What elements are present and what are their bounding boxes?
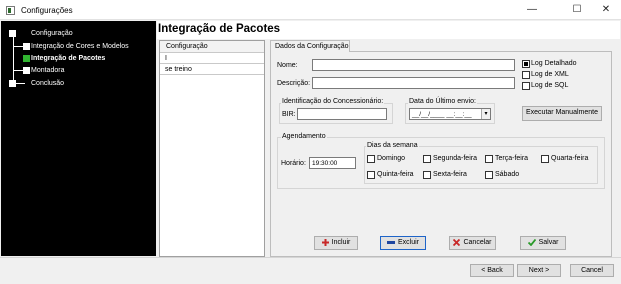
log-xml-label: Log de XML xyxy=(531,71,569,78)
bir-input[interactable] xyxy=(297,108,387,120)
horario-label: Horário: xyxy=(281,160,306,167)
salvar-label: Salvar xyxy=(538,239,559,246)
step-montadora[interactable]: Montadora xyxy=(31,67,64,74)
domingo-checkbox[interactable] xyxy=(367,155,375,163)
check-icon xyxy=(527,238,536,246)
list-row[interactable]: se treino xyxy=(160,64,264,75)
step-conclusao[interactable]: Conclusão xyxy=(31,80,64,87)
log-xml-checkbox[interactable] xyxy=(522,71,530,79)
segunda-label: Segunda-feira xyxy=(433,155,477,162)
x-icon xyxy=(453,238,461,246)
list-row-label: se treino xyxy=(165,65,192,73)
excluir-button[interactable]: Excluir xyxy=(380,236,426,250)
minimize-button[interactable]: — xyxy=(521,2,543,18)
quinta-label: Quinta-feira xyxy=(377,171,414,178)
salvar-button[interactable]: Salvar xyxy=(520,236,566,250)
domingo-label: Domingo xyxy=(377,155,406,162)
step-node xyxy=(9,80,16,87)
horario-input[interactable] xyxy=(309,157,356,169)
quarta-checkbox[interactable] xyxy=(541,155,549,163)
descricao-input[interactable] xyxy=(312,77,515,89)
list-column-header[interactable]: Configuração xyxy=(160,41,264,53)
cancelar-button[interactable]: Cancelar xyxy=(449,236,496,250)
sexta-checkbox[interactable] xyxy=(423,171,431,179)
sabado-checkbox[interactable] xyxy=(485,171,493,179)
plus-icon xyxy=(321,238,329,246)
nome-label: Nome: xyxy=(277,62,298,69)
ultimo-envio-legend: Data do Último envio: xyxy=(408,98,477,105)
list-row[interactable]: I xyxy=(160,53,264,64)
segunda-checkbox[interactable] xyxy=(423,155,431,163)
excluir-label: Excluir xyxy=(397,239,419,246)
list-row-label: I xyxy=(165,54,167,62)
list-column-label: Configuração xyxy=(166,43,208,50)
incluir-label: Incluir xyxy=(331,239,351,246)
configurations-list[interactable]: Configuração I se treino xyxy=(159,40,265,257)
cancel-button[interactable]: Cancel xyxy=(570,264,614,277)
ultimo-envio-datetime-picker[interactable]: __/__/____ __:__:__ ▾ xyxy=(409,108,491,120)
sexta-label: Sexta-feira xyxy=(433,171,467,178)
executar-manualmente-button[interactable]: Executar Manualmente xyxy=(522,106,602,121)
back-button[interactable]: < Back xyxy=(470,264,514,277)
concessionario-legend: Identificação do Concessionário: xyxy=(281,98,385,105)
step-integracao-pacotes[interactable]: Integração de Pacotes xyxy=(31,55,105,62)
sabado-label: Sábado xyxy=(495,171,520,178)
steps-connector xyxy=(13,36,14,83)
terca-checkbox[interactable] xyxy=(485,155,493,163)
descricao-label: Descrição: xyxy=(277,80,311,87)
incluir-button[interactable]: Incluir xyxy=(314,236,358,250)
step-integracao-cores[interactable]: Integração de Cores e Modelos xyxy=(31,43,129,50)
chevron-down-icon[interactable]: ▾ xyxy=(481,109,490,119)
step-node-active xyxy=(23,55,30,62)
cancelar-label: Cancelar xyxy=(463,239,492,246)
log-detalhado-checkbox[interactable] xyxy=(522,60,530,68)
terca-label: Terça-feira xyxy=(495,155,529,162)
next-button[interactable]: Next > xyxy=(517,264,561,277)
window-title: Configurações xyxy=(21,6,73,15)
tab-label: Dados da Configuração xyxy=(275,43,349,50)
page-title: Integração de Pacotes xyxy=(158,23,281,35)
step-node xyxy=(23,43,30,50)
nome-input[interactable] xyxy=(312,59,515,71)
app-icon xyxy=(6,6,15,15)
step-node xyxy=(23,67,30,74)
quarta-label: Quarta-feira xyxy=(551,155,589,162)
quinta-checkbox[interactable] xyxy=(367,171,375,179)
dias-semana-group xyxy=(364,146,598,184)
minus-icon xyxy=(386,240,395,244)
close-button[interactable]: ✕ xyxy=(595,2,617,18)
bir-label: BIR: xyxy=(282,111,296,118)
log-sql-label: Log de SQL xyxy=(531,82,569,89)
step-node xyxy=(9,30,16,37)
maximize-button[interactable]: ☐ xyxy=(566,2,588,18)
tab-dados-configuracao[interactable]: Dados da Configuração xyxy=(270,40,350,52)
log-detalhado-label: Log Detalhado xyxy=(531,60,577,67)
step-configuracao[interactable]: Configuração xyxy=(31,30,73,37)
dias-semana-legend: Dias da semana xyxy=(366,142,419,149)
log-sql-checkbox[interactable] xyxy=(522,82,530,90)
ultimo-envio-value: __/__/____ __:__:__ xyxy=(412,111,472,118)
agendamento-legend: Agendamento xyxy=(281,133,327,140)
